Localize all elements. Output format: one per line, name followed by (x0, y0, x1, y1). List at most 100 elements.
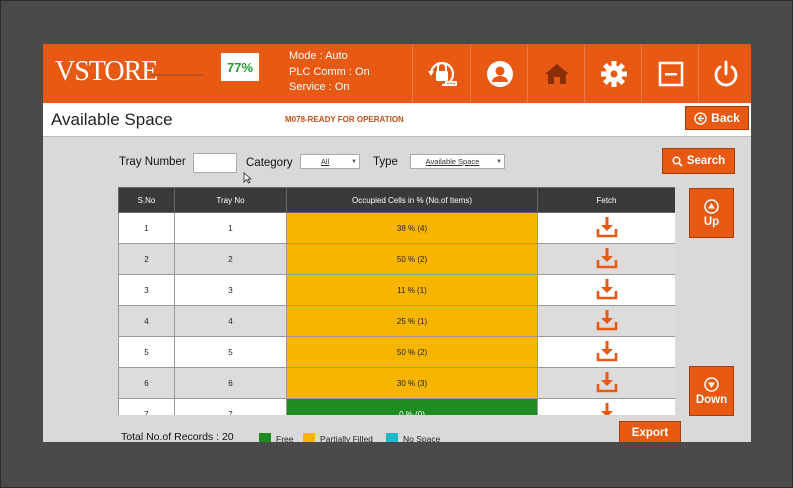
download-icon[interactable] (596, 371, 618, 395)
up-label: Up (703, 215, 720, 228)
fetch-cell (537, 243, 675, 275)
up-button[interactable]: Up (689, 188, 734, 238)
service-status: Service : On (289, 81, 350, 93)
legend-partial-swatch (303, 433, 315, 442)
legend-no-space: No Space (386, 433, 440, 442)
power-icon (714, 60, 737, 86)
user-button[interactable] (470, 44, 528, 103)
sno-cell: 5 (118, 336, 175, 368)
tray-no-cell: 4 (174, 305, 287, 337)
legend-no-space-label: No Space (403, 433, 441, 443)
user-icon (486, 60, 513, 87)
settings-button[interactable] (584, 44, 642, 103)
tray-no-cell: 5 (174, 336, 287, 368)
legend-free-label: Free (276, 433, 294, 443)
plc-status: PLC Comm : On (289, 65, 370, 78)
occupied-cell: 50 % (2) (286, 336, 538, 368)
download-icon[interactable] (596, 340, 618, 364)
column-header-sno: S.No (118, 187, 175, 213)
power-button[interactable] (698, 44, 751, 103)
tray-no-cell: 1 (174, 212, 287, 244)
top-bar: VSTORE 77% Mode : Auto PLC Comm : On Ser… (43, 44, 751, 103)
download-icon[interactable] (596, 309, 618, 333)
fetch-cell (537, 212, 675, 244)
machine-status: Mode : Auto PLC Comm : On Service : On (289, 49, 370, 96)
mode-status: Mode : Auto (289, 50, 348, 62)
fetch-cell (537, 398, 675, 415)
legend-partial: Partially Filled (303, 433, 373, 442)
fetch-cell (537, 305, 675, 337)
legend-free-swatch (259, 433, 271, 442)
home-button[interactable] (527, 44, 585, 103)
logo-divider (151, 74, 203, 76)
back-arrow-icon (694, 111, 707, 125)
tray-number-label: Tray Number (119, 156, 186, 168)
download-icon[interactable] (596, 278, 618, 302)
back-label: Back (711, 111, 740, 125)
table-row[interactable]: 1 1 38 % (4) (118, 212, 675, 244)
occupied-cell: 50 % (2) (286, 243, 538, 275)
sno-cell: 4 (118, 305, 175, 337)
occupied-cell: 30 % (3) (286, 367, 538, 399)
column-header-occupied: Occupied Cells in % (No.of Items) (286, 187, 538, 213)
tray-no-cell: 6 (174, 367, 287, 399)
category-select[interactable]: All ▼ (300, 154, 360, 169)
fetch-cell (537, 367, 675, 399)
legend-no-space-swatch (386, 433, 398, 442)
occupied-cell: 38 % (4) (286, 212, 538, 244)
legend-partial-label: Partially Filled (320, 433, 373, 443)
down-button[interactable]: Down (689, 366, 734, 416)
column-header-tray-no: Tray No (174, 187, 287, 213)
export-button[interactable]: Export (619, 421, 681, 442)
tray-number-input[interactable] (193, 153, 237, 173)
search-button[interactable]: Search (662, 148, 735, 174)
sno-cell: 6 (118, 367, 175, 399)
logo: VSTORE (55, 56, 158, 87)
fetch-cell (537, 336, 675, 368)
download-icon[interactable] (596, 402, 618, 415)
occupied-cell: 25 % (1) (286, 305, 538, 337)
tray-no-cell: 2 (174, 243, 287, 275)
sno-cell: 1 (118, 212, 175, 244)
type-select[interactable]: Available Space ▼ (410, 154, 505, 169)
search-label: Search (686, 155, 726, 167)
minimize-icon (658, 61, 683, 86)
table-row[interactable]: 2 2 50 % (2) (118, 243, 675, 275)
table-row[interactable]: 6 6 30 % (3) (118, 367, 675, 399)
type-label: Type (373, 156, 398, 168)
lock-refresh-button[interactable] (412, 44, 470, 103)
down-arrow-icon (704, 376, 719, 392)
percent-badge: 77% (221, 53, 259, 81)
download-icon[interactable] (596, 216, 618, 240)
home-icon (544, 63, 569, 84)
title-bar: Available Space M078-READY FOR OPERATION… (43, 103, 751, 137)
down-label: Down (695, 393, 728, 406)
legend-free: Free (259, 433, 293, 442)
page-title: Available Space (51, 110, 173, 129)
gear-icon (600, 60, 627, 87)
table-row[interactable]: 4 4 25 % (1) (118, 305, 675, 337)
table-row[interactable]: 770 % (0) (118, 398, 675, 415)
tray-no-cell: 3 (174, 274, 287, 306)
download-icon[interactable] (596, 247, 618, 271)
back-button[interactable]: Back (685, 106, 749, 130)
chevron-down-icon: ▼ (496, 158, 502, 165)
table-row[interactable]: 3 3 11 % (1) (118, 274, 675, 306)
sno-cell: 2 (118, 243, 175, 275)
total-records: Total No.of Records : 20 (121, 431, 234, 442)
fetch-cell (537, 274, 675, 306)
category-value: All (320, 157, 330, 166)
app-window: VSTORE 77% Mode : Auto PLC Comm : On Ser… (43, 44, 751, 442)
occupied-cell: 11 % (1) (286, 274, 538, 306)
category-label: Category (246, 157, 293, 169)
table-row[interactable]: 5 5 50 % (2) (118, 336, 675, 368)
sno-cell: 7 (118, 398, 175, 415)
up-arrow-icon (704, 198, 719, 214)
minimize-button[interactable] (641, 44, 699, 103)
operation-status: M078-READY FOR OPERATION (285, 115, 404, 124)
tray-no-cell: 7 (174, 398, 287, 415)
sno-cell: 3 (118, 274, 175, 306)
table-header-row: S.No Tray No Occupied Cells in % (No.of … (118, 187, 675, 213)
mouse-cursor-icon (243, 172, 252, 184)
chevron-down-icon: ▼ (351, 158, 357, 165)
